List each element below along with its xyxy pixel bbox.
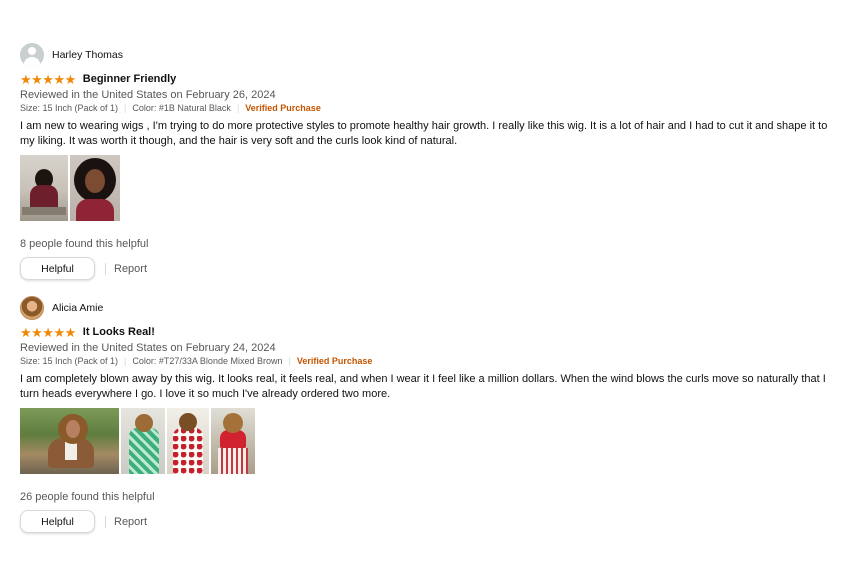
review-image-thumbnail[interactable]: [20, 155, 68, 221]
photo-detail: [135, 414, 153, 432]
photo-detail: [179, 413, 197, 431]
helpful-button[interactable]: Helpful: [20, 257, 95, 280]
verified-purchase-badge[interactable]: Verified Purchase: [245, 103, 321, 113]
photo-detail: [85, 169, 105, 193]
review-images: [20, 155, 845, 221]
reviewer-profile[interactable]: Harley Thomas: [20, 43, 845, 67]
default-avatar-icon: [20, 43, 44, 67]
divider: |: [124, 356, 127, 366]
divider: |: [236, 103, 240, 113]
review-title-row: ★★★★★ Beginner Friendly: [20, 71, 845, 87]
helpful-button[interactable]: Helpful: [20, 510, 95, 533]
variant-size[interactable]: Size: 15 Inch (Pack of 1): [20, 103, 118, 113]
review-title[interactable]: It Looks Real!: [83, 326, 155, 338]
review-images: [20, 408, 845, 474]
divider: |: [124, 103, 127, 113]
review-image-thumbnail[interactable]: [20, 408, 119, 474]
product-variant: Size: 15 Inch (Pack of 1) | Color: #T27/…: [20, 356, 845, 366]
reviewer-profile[interactable]: Alicia Amie: [20, 296, 845, 320]
reviewer-name[interactable]: Alicia Amie: [52, 302, 103, 314]
helpful-count: 8 people found this helpful: [20, 238, 149, 250]
review-title-row: ★★★★★ It Looks Real!: [20, 324, 845, 340]
verified-purchase-badge[interactable]: Verified Purchase: [297, 356, 373, 366]
photo-detail: [22, 207, 66, 215]
variant-size[interactable]: Size: 15 Inch (Pack of 1): [20, 356, 118, 366]
variant-color[interactable]: Color: #T27/33A Blonde Mixed Brown: [132, 356, 282, 366]
photo-detail: [66, 420, 80, 438]
review-card: Alicia Amie ★★★★★ It Looks Real! Reviewe…: [20, 296, 845, 533]
review-image-thumbnail[interactable]: [121, 408, 165, 474]
review-image-thumbnail[interactable]: [70, 155, 120, 221]
review-date: Reviewed in the United States on Februar…: [20, 89, 276, 101]
divider: [105, 515, 106, 528]
photo-detail: [129, 428, 159, 474]
review-actions: Helpful Report: [20, 510, 845, 533]
review-body: I am new to wearing wigs , I'm trying to…: [20, 120, 828, 147]
avatar: [20, 296, 44, 320]
divider: [105, 262, 106, 275]
review-actions: Helpful Report: [20, 257, 845, 280]
helpful-count: 26 people found this helpful: [20, 491, 155, 503]
review-image-thumbnail[interactable]: [211, 408, 255, 474]
report-link[interactable]: Report: [114, 263, 147, 275]
review-title[interactable]: Beginner Friendly: [83, 73, 177, 85]
photo-detail: [223, 413, 243, 433]
star-rating-icon[interactable]: ★★★★★: [20, 73, 76, 86]
variant-color[interactable]: Color: #1B Natural Black: [132, 103, 231, 113]
review-body: I am completely blown away by this wig. …: [20, 373, 826, 400]
review-date: Reviewed in the United States on Februar…: [20, 342, 276, 354]
review-image-thumbnail[interactable]: [167, 408, 209, 474]
photo-detail: [76, 199, 114, 221]
divider: |: [288, 356, 291, 366]
photo-detail: [218, 448, 248, 474]
report-link[interactable]: Report: [114, 516, 147, 528]
photo-detail: [173, 428, 203, 474]
product-variant: Size: 15 Inch (Pack of 1) | Color: #1B N…: [20, 103, 845, 113]
reviewer-name[interactable]: Harley Thomas: [52, 49, 123, 61]
review-card: Harley Thomas ★★★★★ Beginner Friendly Re…: [20, 43, 845, 280]
star-rating-icon[interactable]: ★★★★★: [20, 326, 76, 339]
